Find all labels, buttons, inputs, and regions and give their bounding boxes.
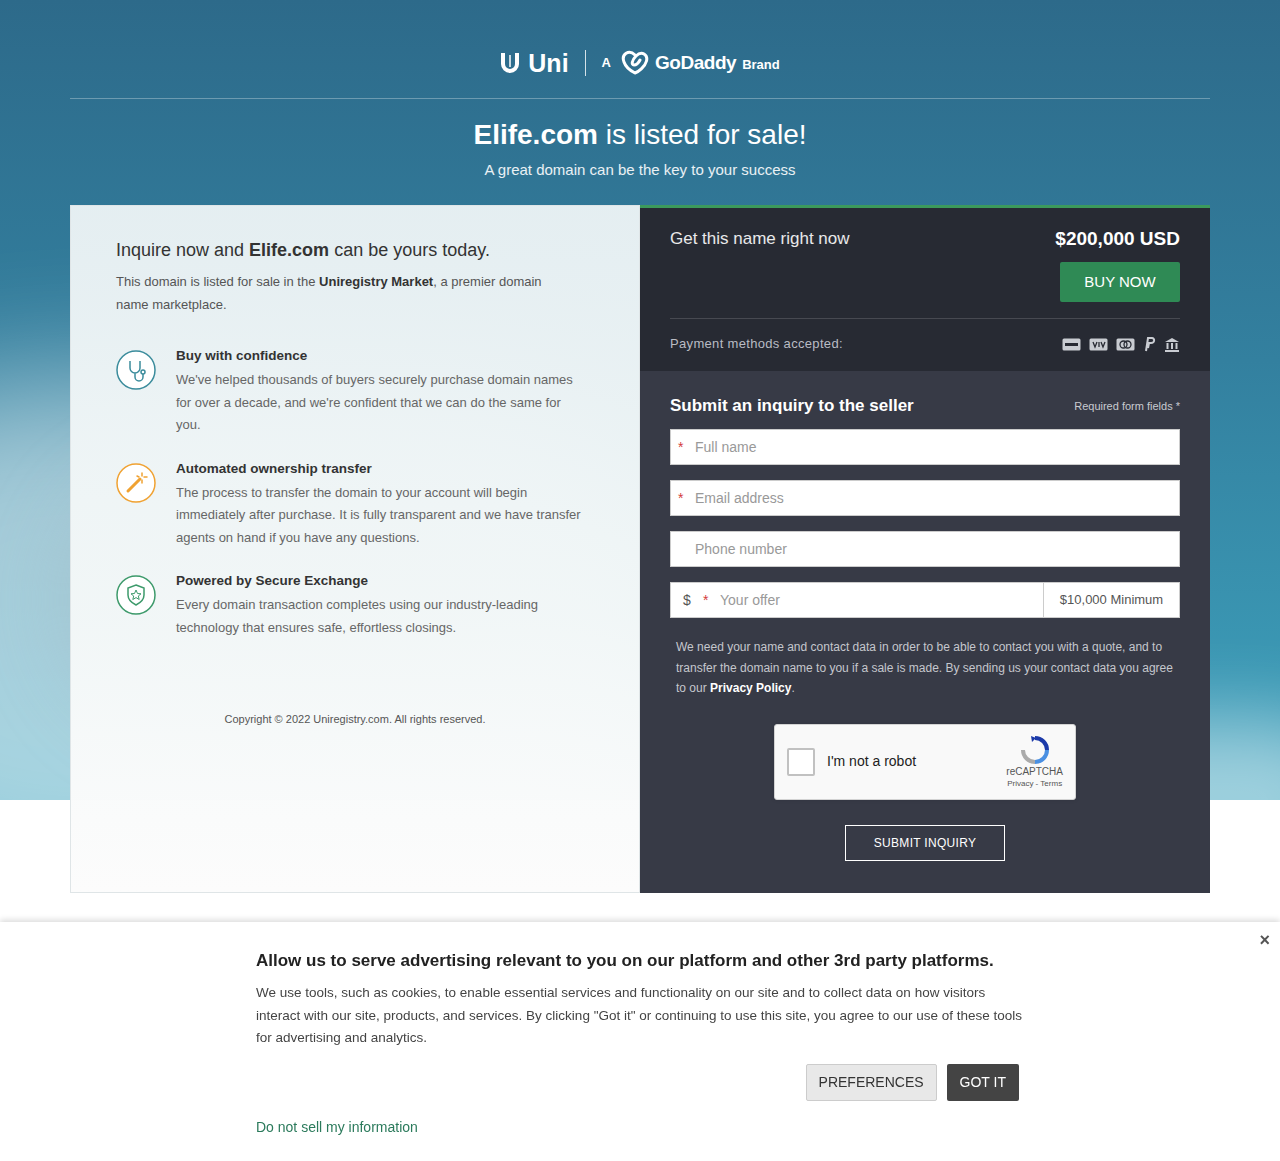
feature-title: Powered by Secure Exchange	[176, 571, 586, 591]
phone-field[interactable]: *	[670, 531, 1180, 567]
mastercard-icon	[1116, 338, 1135, 351]
feature-text: We've helped thousands of buyers securel…	[176, 369, 586, 437]
feature-item: Powered by Secure Exchange Every domain …	[116, 571, 594, 639]
buy-label: Get this name right now	[670, 228, 850, 302]
stethoscope-icon	[116, 350, 156, 390]
cookie-title: Allow us to serve advertising relevant t…	[256, 950, 1050, 972]
disclaimer: We need your name and contact data in or…	[670, 637, 1180, 699]
captcha-label: I'm not a robot	[827, 751, 916, 772]
buy-section: Get this name right now $200,000 USD BUY…	[640, 205, 1210, 371]
copyright: Copyright © 2022 Uniregistry.com. All ri…	[116, 711, 594, 727]
captcha-terms-link[interactable]: Terms	[1040, 779, 1062, 788]
paypal-icon	[1143, 337, 1156, 352]
currency-symbol: $	[683, 590, 703, 611]
inquiry-form: Submit an inquiry to the seller Required…	[640, 371, 1210, 893]
purchase-panel: Get this name right now $200,000 USD BUY…	[640, 205, 1210, 893]
cookie-text: We use tools, such as cookies, to enable…	[256, 982, 1031, 1050]
form-title: Submit an inquiry to the seller	[670, 395, 914, 417]
close-button[interactable]: ×	[1259, 928, 1270, 952]
required-mark: *	[703, 590, 720, 611]
feature-title: Buy with confidence	[176, 346, 586, 366]
required-note: Required form fields *	[1074, 398, 1180, 415]
sale-card: Inquire now and Elife.com can be yours t…	[70, 205, 1210, 893]
godaddy-logo-icon	[621, 50, 649, 76]
partner-name: GoDaddy	[655, 50, 736, 76]
do-not-sell-link[interactable]: Do not sell my information	[256, 1117, 1050, 1137]
email-field[interactable]: *	[670, 480, 1180, 516]
feature-text: The process to transfer the domain to yo…	[176, 482, 586, 550]
offer-input[interactable]	[720, 590, 1043, 611]
name-field[interactable]: *	[670, 429, 1180, 465]
required-mark: *	[678, 437, 695, 458]
brand-name: Uni	[528, 48, 568, 78]
magic-wand-icon	[116, 463, 156, 503]
full-name-input[interactable]	[695, 437, 1172, 458]
price: $200,000 USD	[1055, 227, 1180, 251]
uni-logo-icon	[500, 51, 520, 75]
hero-title: Elife.com is listed for sale!	[0, 117, 1280, 153]
info-panel: Inquire now and Elife.com can be yours t…	[70, 205, 640, 893]
recaptcha-logo-icon	[1019, 734, 1051, 766]
offer-minimum: $10,000 Minimum	[1043, 583, 1179, 617]
required-mark: *	[678, 488, 695, 509]
buy-now-button[interactable]: BUY NOW	[1060, 262, 1180, 302]
feature-title: Automated ownership transfer	[176, 459, 586, 479]
info-heading: Inquire now and Elife.com can be yours t…	[116, 238, 594, 262]
feature-item: Buy with confidence We've helped thousan…	[116, 346, 594, 437]
visa-icon	[1089, 338, 1108, 351]
tagline-prefix: A	[602, 53, 611, 73]
feature-item: Automated ownership transfer The process…	[116, 459, 594, 550]
recaptcha: I'm not a robot reCAPTCHA Privacy - Term…	[774, 724, 1076, 800]
payment-label: Payment methods accepted:	[670, 335, 843, 353]
partner-suffix: Brand	[742, 55, 780, 75]
preferences-button[interactable]: PREFERENCES	[806, 1064, 937, 1101]
got-it-button[interactable]: GOT IT	[947, 1064, 1019, 1101]
captcha-privacy-link[interactable]: Privacy	[1007, 779, 1033, 788]
phone-input[interactable]	[695, 539, 1172, 560]
hero-subtitle: A great domain can be the key to your su…	[0, 160, 1280, 180]
payment-methods	[1062, 337, 1180, 352]
shield-star-icon	[116, 575, 156, 615]
amex-icon	[1062, 338, 1081, 351]
captcha-checkbox[interactable]	[787, 748, 815, 776]
email-input[interactable]	[695, 488, 1172, 509]
offer-field[interactable]: $ * $10,000 Minimum	[670, 582, 1180, 618]
bank-icon	[1164, 337, 1180, 352]
privacy-policy-link[interactable]: Privacy Policy	[710, 681, 791, 695]
submit-inquiry-button[interactable]: SUBMIT INQUIRY	[845, 825, 1005, 861]
info-intro: This domain is listed for sale in the Un…	[116, 270, 576, 316]
cookie-banner: × Allow us to serve advertising relevant…	[0, 922, 1280, 1161]
brand-header: Uni A GoDaddy Brand	[0, 48, 1280, 78]
feature-text: Every domain transaction completes using…	[176, 594, 586, 639]
captcha-brand: reCAPTCHA	[1006, 766, 1063, 778]
